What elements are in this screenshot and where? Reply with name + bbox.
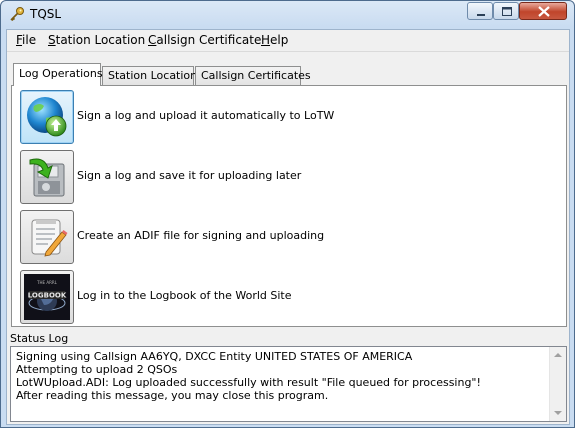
sign-and-save-button[interactable]: [20, 150, 74, 204]
menu-station-location-mnemonic: S: [48, 33, 56, 47]
lotw-login-label: Log in to the Logbook of the World Site: [77, 289, 292, 302]
status-line: Signing using Callsign AA6YQ, DXCC Entit…: [16, 350, 413, 363]
tab-strip: Log Operations Station Locations Callsig…: [11, 63, 567, 86]
operation-upload: Sign a log and upload it automatically t…: [17, 88, 557, 144]
menu-station-location-label: tation Location: [55, 33, 146, 47]
menu-help[interactable]: Help: [261, 33, 288, 47]
tab-callsign-certificates[interactable]: Callsign Certificates: [195, 66, 311, 85]
upload-to-lotw-label: Sign a log and upload it automatically t…: [77, 109, 335, 122]
minimize-button[interactable]: [467, 2, 493, 20]
status-line: After reading this message, you may clos…: [16, 389, 329, 402]
menu-help-mnemonic: H: [261, 33, 271, 47]
globe-upload-icon: [27, 97, 67, 137]
log-operations-panel: Sign a log and upload it automatically t…: [11, 85, 567, 327]
operation-lotw-login: LOGBOOK THE ARRL Log in to the Logbook o…: [17, 268, 557, 324]
title-bar[interactable]: TQSL: [1, 1, 574, 28]
status-line: Attempting to upload 2 QSOs: [16, 363, 178, 376]
menu-station-location[interactable]: Station Location: [48, 33, 145, 47]
window-title: TQSL: [30, 7, 62, 21]
menu-help-label: elp: [270, 33, 289, 47]
edit-document-icon: [31, 219, 68, 257]
scroll-up-icon[interactable]: [550, 347, 566, 363]
lotw-logo-icon: LOGBOOK THE ARRL: [24, 274, 70, 320]
status-log-label: Status Log: [10, 332, 69, 345]
menu-callsign-certificate[interactable]: Callsign Certificate: [148, 33, 261, 47]
tab-station-locations[interactable]: Station Locations: [102, 66, 203, 85]
close-button[interactable]: [519, 2, 567, 20]
save-disk-icon: [29, 158, 65, 197]
operation-create-adif: Create an ADIF file for signing and uplo…: [17, 208, 557, 264]
key-icon: [10, 7, 24, 21]
upload-to-lotw-button[interactable]: [20, 90, 74, 144]
menu-file-label: ile: [22, 33, 37, 47]
status-log-scrollbar[interactable]: [549, 347, 566, 421]
status-line: LotWUpload.ADI: Log uploaded successfull…: [16, 376, 481, 389]
menu-callsign-certificate-label: allsign Certificate: [156, 33, 262, 47]
svg-text:LOGBOOK: LOGBOOK: [28, 292, 67, 300]
client-area: File Station Location Callsign Certifica…: [6, 29, 570, 425]
maximize-icon: [502, 7, 512, 16]
status-log[interactable]: Signing using Callsign AA6YQ, DXCC Entit…: [10, 346, 567, 422]
sign-and-save-label: Sign a log and save it for uploading lat…: [77, 169, 302, 182]
create-adif-button[interactable]: [20, 210, 74, 264]
create-adif-label: Create an ADIF file for signing and uplo…: [77, 229, 325, 242]
close-icon: [538, 6, 550, 17]
scroll-down-icon[interactable]: [550, 405, 566, 421]
tab-log-operations[interactable]: Log Operations: [13, 63, 103, 86]
menu-file[interactable]: File: [16, 33, 36, 47]
maximize-button[interactable]: [493, 2, 519, 20]
svg-text:THE ARRL: THE ARRL: [36, 280, 58, 285]
minimize-icon: [477, 14, 485, 16]
lotw-login-button[interactable]: LOGBOOK THE ARRL: [20, 270, 74, 324]
menu-bar: File Station Location Callsign Certifica…: [7, 30, 569, 52]
operation-save: Sign a log and save it for uploading lat…: [17, 148, 557, 204]
tqsl-window: TQSL File Station Location Callsign Cert…: [0, 0, 575, 428]
